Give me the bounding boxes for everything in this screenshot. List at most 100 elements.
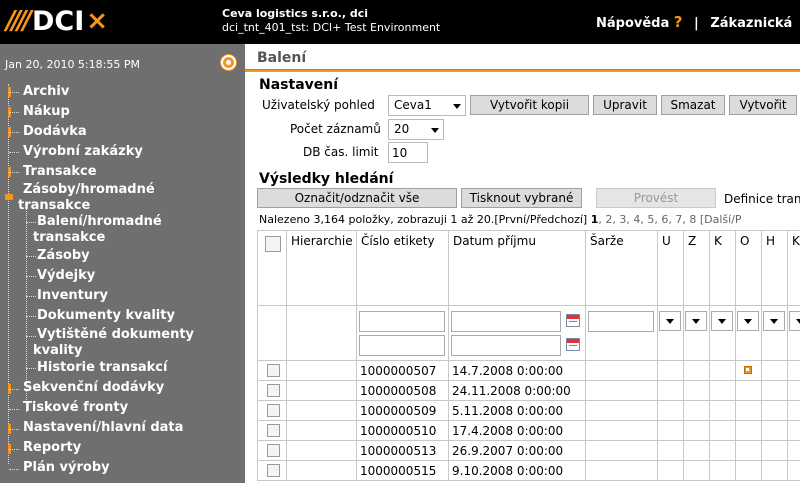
results-count-text: Nalezeno 3,164 položky, zobrazuji 1 až 2… bbox=[259, 213, 588, 226]
sidebar-item-archiv[interactable]: Archiv bbox=[23, 84, 69, 100]
create-button[interactable]: Vytvořit bbox=[729, 95, 797, 115]
sidebar-item-reporty[interactable]: Reporty bbox=[23, 440, 81, 456]
table-cell bbox=[257, 381, 287, 401]
customer-link[interactable]: Zákaznická bbox=[710, 16, 792, 31]
delete-button[interactable]: Smazat bbox=[661, 95, 725, 115]
row-checkbox[interactable] bbox=[267, 464, 280, 477]
table-cell bbox=[586, 441, 658, 461]
filter-cell bbox=[736, 306, 762, 361]
chevron-down-icon bbox=[453, 104, 461, 109]
target-icon[interactable] bbox=[221, 55, 236, 70]
date-from-filter-input[interactable] bbox=[451, 311, 561, 332]
sidebar-item-baleni-hromadne[interactable]: Balení/hromadné bbox=[37, 214, 162, 230]
sidebar-item-baleni-hromadne-line2[interactable]: transakce bbox=[33, 230, 105, 246]
settings-title: Nastavení bbox=[259, 77, 339, 93]
column-header-receipt-date[interactable]: Datum příjmu bbox=[449, 230, 586, 306]
table-cell bbox=[658, 381, 684, 401]
sidebar-item-vytistene-dokumenty[interactable]: Vytištěné dokumenty bbox=[37, 327, 194, 343]
sidebar-item-vytistene-dokumenty-line2[interactable]: kvality bbox=[33, 343, 83, 359]
batch-filter-input[interactable] bbox=[588, 311, 654, 332]
sidebar-top: Jan 20, 2010 5:18:55 PM bbox=[0, 52, 245, 76]
label-number-filter-input-2[interactable] bbox=[359, 335, 445, 356]
select-all-checkbox[interactable] bbox=[265, 236, 281, 252]
row-checkbox[interactable] bbox=[267, 404, 280, 417]
sidebar-item-vyrobni-zakazky[interactable]: Výrobní zakázky bbox=[23, 144, 143, 160]
page-link[interactable]: 8 bbox=[689, 213, 696, 226]
row-checkbox[interactable] bbox=[267, 444, 280, 457]
create-copy-button[interactable]: Vytvořit kopii bbox=[470, 95, 589, 115]
edit-button[interactable]: Upravit bbox=[593, 95, 657, 115]
status-flag-icon[interactable] bbox=[744, 366, 752, 374]
help-link[interactable]: Nápověda bbox=[596, 16, 669, 31]
sidebar-item-historie-transakci[interactable]: Historie transakcí bbox=[37, 360, 167, 376]
k2-filter-select[interactable] bbox=[789, 311, 800, 331]
sidebar-item-sekvencni-dodavky[interactable]: Sekvenční dodávky bbox=[23, 380, 164, 396]
records-count-value: 20 bbox=[394, 122, 410, 136]
z-filter-select[interactable] bbox=[685, 311, 707, 331]
tree-expanded-icon[interactable] bbox=[5, 194, 13, 200]
tree-branch bbox=[26, 256, 36, 257]
sidebar: Jan 20, 2010 5:18:55 PM Archiv Nákup Dod… bbox=[0, 44, 245, 483]
table-cell bbox=[658, 361, 684, 381]
tree-branch bbox=[9, 389, 19, 390]
dci-logo[interactable]: //// DCI × bbox=[6, 4, 108, 38]
sidebar-item-zasoby-hromadne-line2[interactable]: transakce bbox=[18, 198, 90, 214]
calendar-icon[interactable] bbox=[566, 314, 580, 327]
filter-cell bbox=[257, 306, 287, 361]
label-number-filter-input[interactable] bbox=[359, 311, 445, 332]
receipt-date-cell: 9.10.2008 0:00:00 bbox=[452, 464, 564, 478]
column-header-k2[interactable]: K bbox=[788, 230, 800, 306]
tree-branch bbox=[26, 336, 36, 337]
toggle-all-button[interactable]: Označit/odznačit vše bbox=[257, 188, 457, 208]
next-pages-link[interactable]: [Další/P bbox=[700, 213, 742, 226]
sidebar-item-zasoby-hromadne[interactable]: Zásoby/hromadné bbox=[23, 182, 155, 198]
calendar-icon[interactable] bbox=[566, 338, 580, 351]
tree-line bbox=[8, 84, 9, 464]
print-selected-button[interactable]: Tisknout vybrané bbox=[461, 188, 582, 208]
tree-branch bbox=[26, 222, 36, 223]
column-header-batch[interactable]: Šarže bbox=[586, 230, 658, 306]
filter-cell bbox=[449, 306, 586, 361]
sidebar-item-dokumenty-kvality[interactable]: Dokumenty kvality bbox=[37, 308, 175, 324]
sidebar-item-nakup[interactable]: Nákup bbox=[23, 104, 70, 120]
table-cell bbox=[586, 361, 658, 381]
column-header-hierarchie[interactable]: Hierarchie bbox=[287, 230, 357, 306]
sidebar-item-nastaveni-hlavni-data[interactable]: Nastavení/hlavní data bbox=[23, 420, 183, 436]
sidebar-item-plan-vyroby[interactable]: Plán výroby bbox=[23, 460, 110, 476]
column-header-label-number[interactable]: Číslo etikety bbox=[357, 230, 449, 306]
column-header-k[interactable]: K bbox=[710, 230, 736, 306]
column-header-u[interactable]: U bbox=[658, 230, 684, 306]
table-cell: 1000000507 bbox=[357, 361, 449, 381]
sidebar-item-vydejky[interactable]: Výdejky bbox=[37, 268, 95, 284]
db-time-limit-input[interactable]: 10 bbox=[388, 142, 428, 163]
column-header-z[interactable]: Z bbox=[684, 230, 710, 306]
date-to-filter-input[interactable] bbox=[451, 335, 561, 356]
k-filter-select[interactable] bbox=[711, 311, 733, 331]
table-cell bbox=[684, 401, 710, 421]
table-cell bbox=[684, 441, 710, 461]
column-header-o[interactable]: O bbox=[736, 230, 762, 306]
sidebar-item-tiskove-fronty[interactable]: Tiskové fronty bbox=[23, 400, 128, 416]
row-checkbox[interactable] bbox=[267, 424, 280, 437]
sidebar-item-zasoby[interactable]: Zásoby bbox=[37, 248, 90, 264]
sidebar-item-inventury[interactable]: Inventury bbox=[37, 288, 108, 304]
records-count-select[interactable]: 20 bbox=[388, 119, 444, 140]
user-view-select[interactable]: Ceva1 bbox=[388, 95, 466, 116]
receipt-date-cell: 14.7.2008 0:00:00 bbox=[452, 364, 564, 378]
help-icon[interactable]: ? bbox=[674, 13, 683, 31]
row-checkbox[interactable] bbox=[267, 384, 280, 397]
table-cell: 1000000509 bbox=[357, 401, 449, 421]
o-filter-select[interactable] bbox=[737, 311, 759, 331]
column-header-h[interactable]: H bbox=[762, 230, 788, 306]
sidebar-item-dodavka[interactable]: Dodávka bbox=[23, 124, 87, 140]
filter-cell bbox=[788, 306, 800, 361]
sidebar-item-transakce[interactable]: Transakce bbox=[23, 164, 97, 180]
u-filter-select[interactable] bbox=[659, 311, 681, 331]
user-view-label: Uživatelský pohled bbox=[262, 98, 375, 112]
table-cell: 1000000515 bbox=[357, 461, 449, 481]
row-checkbox[interactable] bbox=[267, 364, 280, 377]
execute-button[interactable]: Provést bbox=[596, 188, 716, 208]
label-number-cell: 1000000515 bbox=[360, 464, 437, 478]
h-filter-select[interactable] bbox=[763, 311, 785, 331]
table-cell bbox=[736, 381, 762, 401]
